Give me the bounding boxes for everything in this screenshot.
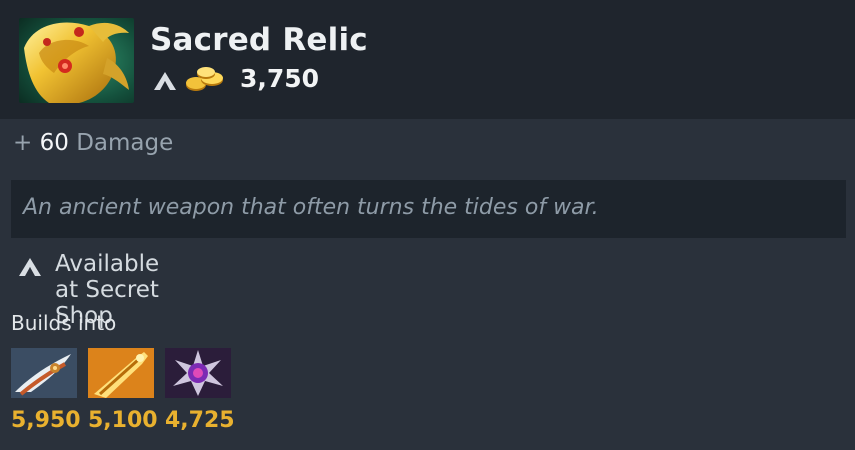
stat-value: 60 (39, 130, 69, 156)
curved-blade-icon[interactable] (11, 348, 77, 398)
stat-damage: + 60 Damage (13, 130, 173, 156)
build-item[interactable]: 5,100 (88, 348, 158, 433)
lore-box: An ancient weapon that often turns the t… (11, 180, 846, 238)
build-price: 4,725 (165, 408, 235, 433)
gold-coins-icon (184, 66, 226, 94)
secret-shop-icon (18, 257, 42, 277)
stat-label: Damage (76, 130, 174, 156)
secret-shop-icon (153, 71, 177, 91)
item-header: Sacred Relic 3,750 (0, 0, 855, 119)
golden-sword-icon[interactable] (88, 348, 154, 398)
lore-text: An ancient weapon that often turns the t… (23, 195, 599, 220)
sacred-relic-icon (19, 18, 134, 103)
build-price: 5,100 (88, 408, 158, 433)
builds-into-label: Builds into (11, 311, 117, 335)
build-price: 5,950 (11, 408, 81, 433)
purple-gem-star-icon[interactable] (165, 348, 231, 398)
build-item[interactable]: 5,950 (11, 348, 81, 433)
item-cost: 3,750 (240, 64, 320, 93)
item-name: Sacred Relic (150, 22, 368, 58)
build-item[interactable]: 4,725 (165, 348, 235, 433)
stat-prefix: + (13, 130, 33, 156)
